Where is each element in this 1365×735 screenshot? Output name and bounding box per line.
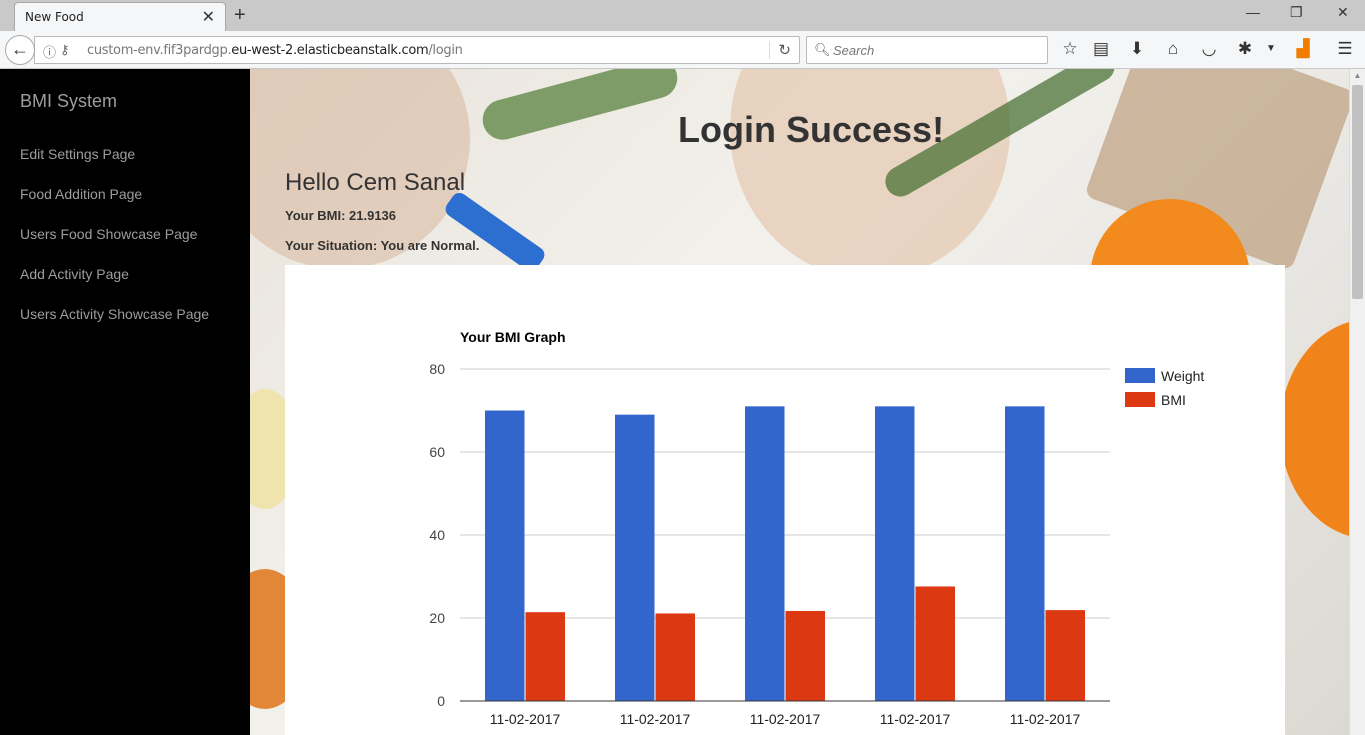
bar-bmi (785, 610, 825, 701)
sidebar-link-users-food-showcase[interactable]: Users Food Showcase Page (20, 226, 197, 242)
hamburger-menu-icon[interactable]: ☰ (1334, 39, 1356, 59)
page-scrollbar[interactable]: ▲ (1349, 69, 1365, 735)
address-bar[interactable]: ⓘ ⚷ custom-env.fif3pardgp.eu-west-2.elas… (34, 36, 800, 64)
bar-weight (875, 406, 915, 701)
search-box[interactable]: 🔍︎ Search (806, 36, 1048, 64)
y-tick-label: 0 (437, 693, 445, 709)
legend-label-weight: Weight (1161, 368, 1204, 384)
search-input[interactable]: Search (833, 43, 874, 58)
home-icon[interactable]: ⌂ (1162, 39, 1184, 59)
search-icon: 🔍︎ (814, 42, 831, 57)
scroll-up-icon[interactable]: ▲ (1350, 71, 1365, 80)
extension-menu-icon[interactable]: ▼ (1260, 43, 1282, 54)
navigation-toolbar: ⓘ ⚷ custom-env.fif3pardgp.eu-west-2.elas… (0, 31, 1365, 69)
info-icon[interactable]: ⓘ (43, 42, 56, 61)
legend-swatch-weight (1125, 368, 1155, 383)
bar-bmi (915, 586, 955, 701)
x-tick-label: 11-02-2017 (880, 711, 951, 727)
y-tick-label: 60 (429, 444, 445, 460)
legend-swatch-bmi (1125, 392, 1155, 407)
bar-weight (485, 410, 525, 701)
brand-title[interactable]: BMI System (20, 91, 117, 112)
reload-icon[interactable]: ↻ (769, 41, 791, 59)
key-icon[interactable]: ⚷ (60, 42, 70, 58)
close-tab-icon[interactable]: ✕ (202, 7, 215, 27)
y-tick-label: 80 (429, 361, 445, 377)
bar-weight (615, 414, 655, 701)
sidebar-link-add-activity[interactable]: Add Activity Page (20, 266, 129, 282)
download-icon[interactable]: ⬇ (1126, 39, 1148, 59)
chart-title: Your BMI Graph (460, 329, 566, 345)
reading-list-icon[interactable]: ▤ (1090, 39, 1112, 59)
bmi-value: Your BMI: 21.9136 (285, 208, 397, 223)
extension-icon[interactable]: ✱ (1234, 39, 1256, 59)
bar-bmi (1045, 610, 1085, 701)
page-title: Login Success! (678, 109, 945, 150)
sidebar-link-edit-settings[interactable]: Edit Settings Page (20, 146, 135, 162)
legend-label-bmi: BMI (1161, 392, 1186, 408)
scrollbar-thumb[interactable] (1352, 85, 1363, 299)
x-tick-label: 11-02-2017 (750, 711, 821, 727)
minimize-icon[interactable]: — (1246, 4, 1260, 20)
x-tick-label: 11-02-2017 (1010, 711, 1081, 727)
bookmark-star-icon[interactable]: ☆ (1059, 39, 1081, 59)
pocket-icon[interactable]: ◡ (1198, 39, 1220, 59)
bar-bmi (525, 612, 565, 701)
window-close-icon[interactable]: ✕ (1337, 4, 1349, 21)
y-tick-label: 20 (429, 610, 445, 626)
bmi-chart: Your BMI Graph 0 20 40 60 80 11-02-2017 11-02-2… (429, 329, 1204, 727)
x-tick-label: 11-02-2017 (620, 711, 691, 727)
sidebar-link-users-activity-showcase[interactable]: Users Activity Showcase Page (20, 306, 209, 322)
addon-icon[interactable]: ▟ (1292, 39, 1314, 59)
greeting: Hello Cem Sanal (285, 169, 466, 196)
bar-bmi (655, 613, 695, 701)
url-text[interactable]: custom-env.fif3pardgp.eu-west-2.elasticb… (87, 43, 463, 58)
restore-icon[interactable]: ❐ (1290, 4, 1303, 21)
new-tab-icon[interactable]: + (234, 4, 246, 27)
sidebar-link-food-addition[interactable]: Food Addition Page (20, 186, 142, 202)
x-tick-label: 11-02-2017 (490, 711, 561, 727)
tab-title: New Food (25, 10, 84, 24)
tab-bar: New Food ✕ + — ❐ ✕ (0, 0, 1365, 31)
sidebar: BMI System Edit Settings Page Food Addit… (0, 69, 250, 735)
back-button[interactable]: ← (5, 35, 35, 65)
back-arrow-icon: ← (11, 39, 29, 59)
bar-weight (1005, 406, 1045, 701)
situation-text: Your Situation: You are Normal. (285, 238, 480, 253)
bar-weight (745, 406, 785, 701)
y-tick-label: 40 (429, 527, 445, 543)
browser-tab[interactable]: New Food ✕ (14, 2, 226, 31)
bmi-chart-card: Your BMI Graph 0 20 40 60 80 11-02-2017 11-02-2… (285, 265, 1285, 735)
